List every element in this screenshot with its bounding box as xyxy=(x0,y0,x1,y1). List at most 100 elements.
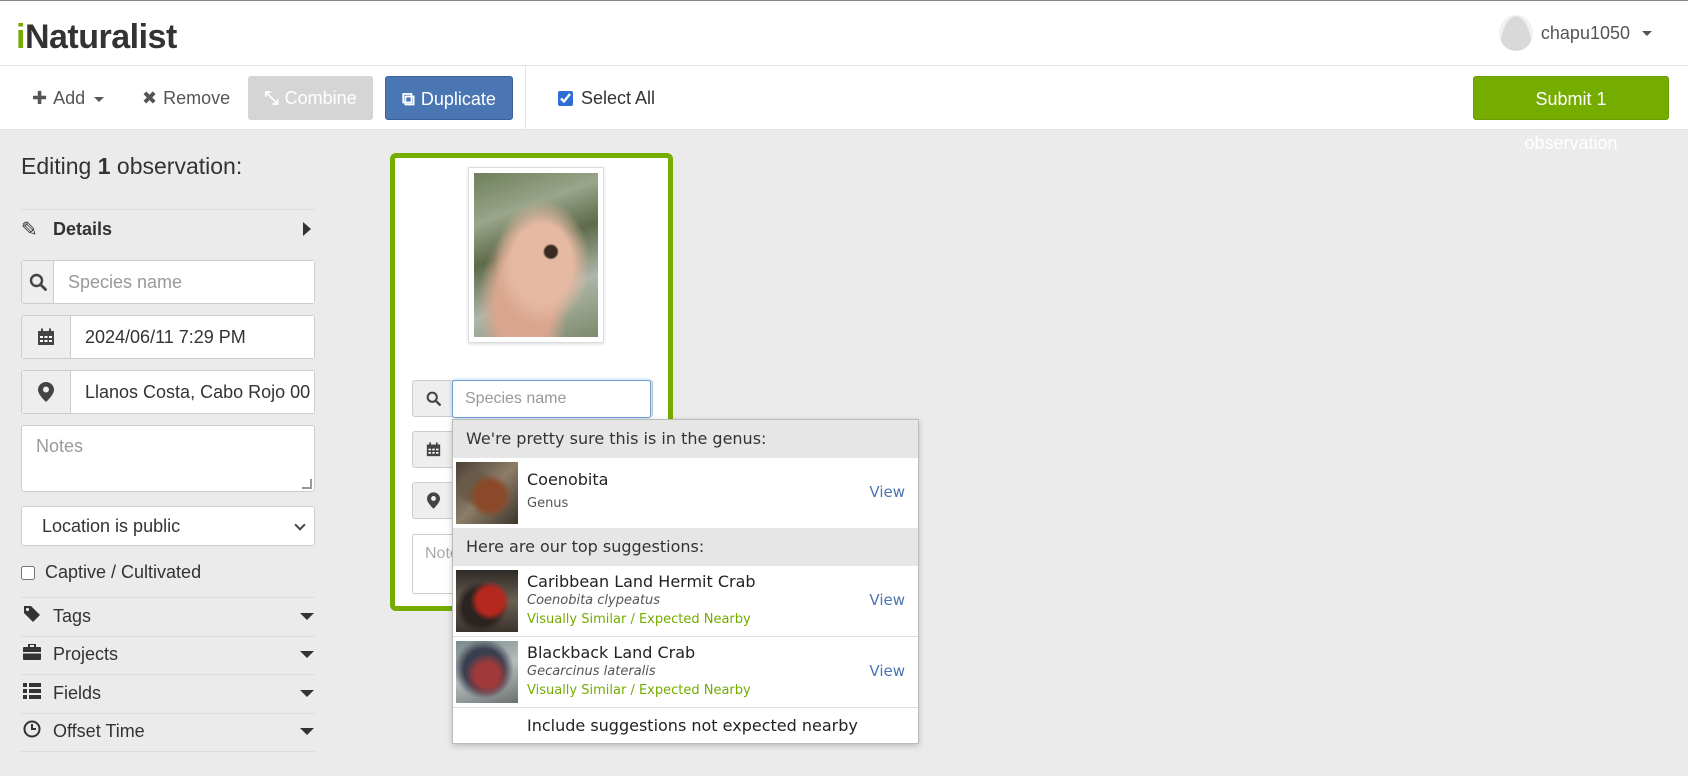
briefcase-icon xyxy=(21,642,43,665)
suggestion-reason: Visually Similar / Expected Nearby xyxy=(527,612,751,627)
date-input-group: 2024/06/11 7:29 PM xyxy=(21,315,315,359)
map-marker-icon xyxy=(22,371,71,413)
fields-label: Fields xyxy=(53,682,102,703)
add-label: Add xyxy=(53,88,86,108)
tag-icon xyxy=(21,605,43,628)
submit-button[interactable]: Submit 1 observation xyxy=(1473,76,1669,153)
offset-time-label: Offset Time xyxy=(53,720,145,741)
caret-right-icon xyxy=(303,222,311,236)
projects-label: Projects xyxy=(53,643,119,664)
notes-textarea[interactable]: Notes xyxy=(21,425,315,492)
caret-down-icon xyxy=(94,96,105,102)
caret-down-icon xyxy=(300,613,314,620)
taxon-name: Coenobita xyxy=(527,470,609,489)
copy-icon: ⧉ xyxy=(402,89,415,109)
tags-section-toggle[interactable]: Tags xyxy=(21,605,315,627)
suggestion-blackback-land-crab[interactable]: Blackback Land Crab Gecarcinus lateralis… xyxy=(453,637,918,708)
divider xyxy=(21,674,315,675)
date-field[interactable]: 2024/06/11 7:29 PM xyxy=(71,316,314,358)
user-menu[interactable]: chapu1050 xyxy=(1498,15,1652,51)
observation-photo[interactable] xyxy=(468,167,604,343)
fields-section-toggle[interactable]: Fields xyxy=(21,682,315,704)
toolbar-divider xyxy=(525,66,526,130)
card-species-name-input[interactable] xyxy=(452,380,651,418)
compress-icon: ⤡ xyxy=(264,88,279,108)
remove-button[interactable]: ✖ Remove xyxy=(128,76,244,120)
genus-header: We're pretty sure this is in the genus: xyxy=(453,420,918,458)
search-icon xyxy=(22,261,54,303)
location-field[interactable]: Llanos Costa, Cabo Rojo 00 xyxy=(71,371,314,413)
caret-down-icon xyxy=(300,690,314,697)
divider xyxy=(21,713,315,714)
close-icon: ✖ xyxy=(142,88,158,108)
taxon-rank: Genus xyxy=(527,496,569,511)
caret-down-icon xyxy=(1642,30,1652,36)
suggestion-caribbean-land-hermit-crab[interactable]: Caribbean Land Hermit Crab Coenobita cly… xyxy=(453,566,918,637)
logo-text: Naturalist xyxy=(24,18,177,56)
duplicate-button[interactable]: ⧉ Duplicate xyxy=(385,76,513,120)
divider xyxy=(21,751,315,752)
captive-label: Captive / Cultivated xyxy=(45,562,202,582)
combine-button[interactable]: ⤡ Combine xyxy=(248,76,373,120)
editing-title: Editing 1 observation: xyxy=(21,153,242,180)
editing-count: 1 xyxy=(97,153,111,179)
view-link[interactable]: View xyxy=(869,483,905,501)
details-label: Details xyxy=(53,218,113,239)
view-link[interactable]: View xyxy=(869,591,905,609)
taxon-thumbnail xyxy=(456,641,518,703)
calendar-icon xyxy=(413,432,453,467)
taxon-common-name: Blackback Land Crab xyxy=(527,643,696,662)
location-input-group: Llanos Costa, Cabo Rojo 00 xyxy=(21,370,315,414)
taxon-thumbnail xyxy=(456,462,518,524)
species-suggestions-dropdown: We're pretty sure this is in the genus: … xyxy=(452,419,919,744)
resize-handle-icon[interactable] xyxy=(302,479,312,489)
hermit-crab-photo xyxy=(474,173,598,337)
remove-label: Remove xyxy=(163,88,231,108)
calendar-icon xyxy=(22,316,71,358)
inaturalist-logo[interactable]: iNaturalist xyxy=(16,18,177,57)
top-navbar: iNaturalist chapu1050 xyxy=(0,0,1688,66)
username: chapu1050 xyxy=(1540,22,1630,43)
select-all[interactable]: Select All xyxy=(558,88,655,109)
captive-option[interactable]: Captive / Cultivated xyxy=(21,562,201,583)
species-name-input[interactable] xyxy=(54,261,314,303)
clock-icon xyxy=(21,720,43,743)
pencil-icon: ✎ xyxy=(21,218,38,241)
location-privacy-value: Location is public xyxy=(42,516,181,536)
combine-label: Combine xyxy=(284,88,357,108)
editing-suffix: observation: xyxy=(110,153,243,179)
view-link[interactable]: View xyxy=(869,662,905,680)
add-button[interactable]: ✚ Add xyxy=(18,76,118,120)
taxon-common-name: Caribbean Land Hermit Crab xyxy=(527,572,756,591)
suggestion-genus-coenobita[interactable]: Coenobita Genus View xyxy=(453,458,918,528)
logo-i: i xyxy=(16,18,25,56)
caret-down-icon xyxy=(300,651,314,658)
search-icon xyxy=(413,381,453,416)
suggestion-reason: Visually Similar / Expected Nearby xyxy=(527,683,751,698)
divider xyxy=(21,636,315,637)
captive-checkbox[interactable] xyxy=(21,565,35,580)
duplicate-label: Duplicate xyxy=(420,89,496,109)
plus-icon: ✚ xyxy=(32,88,48,108)
species-input-group xyxy=(21,260,315,304)
offset-time-section-toggle[interactable]: Offset Time xyxy=(21,720,315,742)
top-suggestions-header: Here are our top suggestions: xyxy=(453,528,918,566)
map-marker-icon xyxy=(413,483,453,518)
divider xyxy=(21,597,315,598)
select-all-label: Select All xyxy=(581,88,656,108)
chevron-down-icon xyxy=(294,519,306,531)
taxon-scientific-name: Gecarcinus lateralis xyxy=(527,664,656,679)
include-not-nearby-option[interactable]: Include suggestions not expected nearby xyxy=(453,708,918,745)
toolbar: ✚ Add ✖ Remove ⤡ Combine ⧉ Duplicate Select … xyxy=(0,66,1688,153)
location-privacy-select[interactable]: Location is public xyxy=(21,506,315,546)
tags-label: Tags xyxy=(53,605,92,626)
list-icon xyxy=(21,682,43,704)
details-toggle[interactable]: ✎ Details xyxy=(21,217,315,241)
caret-down-icon xyxy=(300,728,314,735)
notes-placeholder: Notes xyxy=(36,436,84,456)
select-all-checkbox[interactable] xyxy=(558,91,573,106)
taxon-thumbnail xyxy=(456,570,518,632)
projects-section-toggle[interactable]: Projects xyxy=(21,642,315,665)
divider xyxy=(21,209,315,210)
avatar xyxy=(1498,15,1533,51)
